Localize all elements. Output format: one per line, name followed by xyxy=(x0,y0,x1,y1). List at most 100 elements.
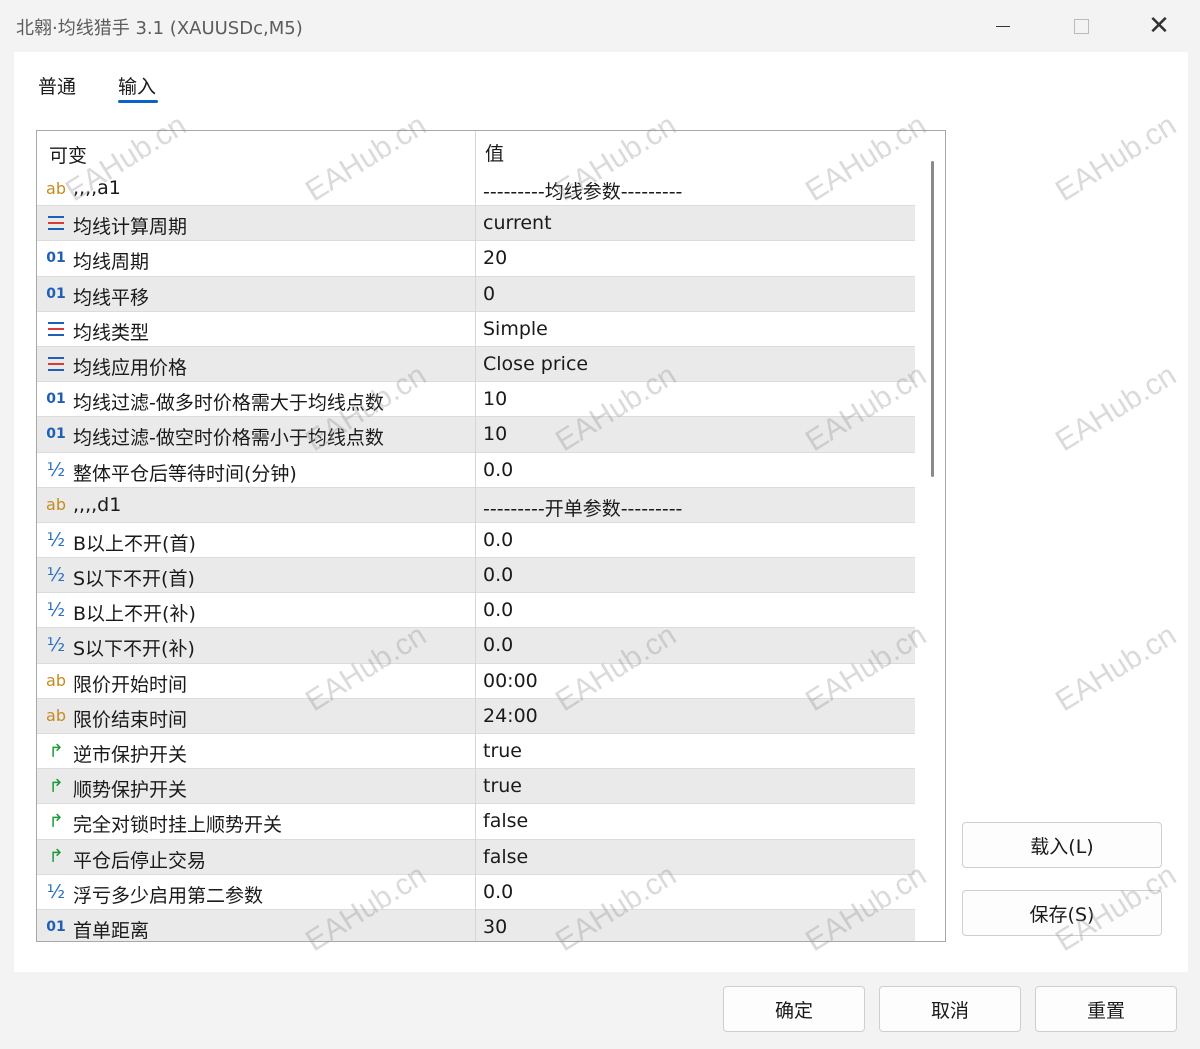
scrollbar-thumb[interactable] xyxy=(931,161,934,477)
table-row[interactable]: ab ,,,,a1 ---------均线参数--------- xyxy=(37,171,915,207)
param-name: 顺势保护开关 xyxy=(73,779,188,802)
param-value[interactable]: 24:00 xyxy=(483,705,538,727)
param-name: 均线应用价格 xyxy=(73,356,188,379)
table-row[interactable]: ↱ 完全对锁时挂上顺势开关 false xyxy=(37,804,915,840)
minimize-button[interactable] xyxy=(980,10,1026,42)
param-value[interactable]: 10 xyxy=(483,423,507,445)
table-row[interactable]: ½ B以上不开(补) 0.0 xyxy=(37,593,915,629)
param-value[interactable]: 00:00 xyxy=(483,670,538,692)
param-name: B以上不开(首) xyxy=(73,532,196,555)
table-row[interactable]: ab ,,,,d1 ---------开单参数--------- xyxy=(37,487,915,523)
table-row[interactable]: 01 均线周期 20 xyxy=(37,241,915,277)
param-value[interactable]: 0.0 xyxy=(483,634,513,656)
bool-type-icon: ↱ xyxy=(48,740,64,762)
param-value[interactable]: 0 xyxy=(483,283,495,305)
table-row[interactable]: ½ 浮亏多少启用第二参数 0.0 xyxy=(37,874,915,910)
bool-type-icon: ↱ xyxy=(48,846,64,868)
param-name: 均线类型 xyxy=(73,321,150,344)
grid-rows: ab ,,,,a1 ---------均线参数--------- 均线计算周期 curr… xyxy=(37,171,915,942)
param-name: 限价开始时间 xyxy=(73,673,188,696)
param-name: 完全对锁时挂上顺势开关 xyxy=(73,814,283,837)
param-name: 首单距离 xyxy=(73,919,150,942)
param-value[interactable]: 0.0 xyxy=(483,564,513,586)
param-value[interactable]: current xyxy=(483,212,552,234)
param-value[interactable]: 30 xyxy=(483,916,507,938)
table-row[interactable]: ab 限价结束时间 24:00 xyxy=(37,698,915,734)
table-row[interactable]: ↱ 逆市保护开关 true xyxy=(37,734,915,770)
param-name: S以下不开(首) xyxy=(73,568,195,591)
param-value[interactable]: false xyxy=(483,846,528,868)
string-type-icon: ab xyxy=(46,706,66,726)
double-type-icon: ½ xyxy=(46,564,66,587)
param-name: ,,,,d1 xyxy=(73,493,122,516)
param-name: S以下不开(补) xyxy=(73,638,195,661)
bool-type-icon: ↱ xyxy=(48,810,64,832)
vertical-scrollbar[interactable] xyxy=(923,131,943,941)
integer-type-icon: 01 xyxy=(46,426,66,443)
param-value[interactable]: true xyxy=(483,775,522,797)
table-row[interactable]: 均线类型 Simple xyxy=(37,311,915,347)
enum-icon xyxy=(45,213,67,233)
double-type-icon: ½ xyxy=(46,634,66,657)
table-row[interactable]: 01 均线过滤-做多时价格需大于均线点数 10 xyxy=(37,382,915,418)
enum-icon xyxy=(45,319,67,339)
tab-inputs[interactable]: 输入 xyxy=(118,72,156,99)
table-row[interactable]: ↱ 顺势保护开关 true xyxy=(37,769,915,805)
integer-type-icon: 01 xyxy=(46,918,66,935)
cancel-button[interactable]: 取消 xyxy=(879,986,1021,1032)
table-row[interactable]: ab 限价开始时间 00:00 xyxy=(37,663,915,699)
param-value[interactable]: 0.0 xyxy=(483,459,513,481)
table-row[interactable]: 01 均线平移 0 xyxy=(37,276,915,312)
save-button[interactable]: 保存(S) xyxy=(962,890,1162,936)
param-name: 均线周期 xyxy=(73,251,150,274)
string-type-icon: ab xyxy=(46,671,66,691)
bool-type-icon: ↱ xyxy=(48,775,64,797)
table-row[interactable]: ½ S以下不开(首) 0.0 xyxy=(37,558,915,594)
column-divider[interactable] xyxy=(475,131,476,941)
ok-button[interactable]: 确定 xyxy=(723,986,865,1032)
table-row[interactable]: 均线计算周期 current xyxy=(37,206,915,242)
load-button[interactable]: 载入(L) xyxy=(962,822,1162,868)
dialog-panel: 普通 输入 可变 值 ab ,,,,a1 ---------均线参数--------… xyxy=(14,52,1188,972)
table-row[interactable]: 01 首单距离 30 xyxy=(37,909,915,942)
window-title: 北翱·均线猎手 3.1 (XAUUSDc,M5) xyxy=(16,18,303,39)
param-name: ,,,,a1 xyxy=(73,177,121,199)
param-name: 浮亏多少启用第二参数 xyxy=(73,884,264,907)
param-value[interactable]: 0.0 xyxy=(483,881,513,903)
param-value[interactable]: 10 xyxy=(483,388,507,410)
header-variable[interactable]: 可变 xyxy=(49,141,87,168)
maximize-button[interactable] xyxy=(1058,10,1104,42)
tab-general[interactable]: 普通 xyxy=(38,72,76,99)
param-value[interactable]: false xyxy=(483,810,528,832)
param-name: 整体平仓后等待时间(分钟) xyxy=(73,462,297,485)
param-value[interactable]: ---------开单参数--------- xyxy=(483,494,682,521)
enum-icon xyxy=(45,354,67,374)
header-value[interactable]: 值 xyxy=(485,139,504,166)
integer-type-icon: 01 xyxy=(46,391,66,408)
param-name: 均线计算周期 xyxy=(73,216,188,239)
param-name: 均线平移 xyxy=(73,286,150,309)
param-name: 限价结束时间 xyxy=(73,708,188,731)
table-row[interactable]: ½ S以下不开(补) 0.0 xyxy=(37,628,915,664)
param-value[interactable]: ---------均线参数--------- xyxy=(483,177,682,204)
table-row[interactable]: 均线应用价格 Close price xyxy=(37,346,915,383)
table-row[interactable]: 01 均线过滤-做空时价格需小于均线点数 10 xyxy=(37,417,915,453)
param-name: 逆市保护开关 xyxy=(73,744,188,766)
param-value[interactable]: Close price xyxy=(483,353,588,375)
param-value[interactable]: 20 xyxy=(483,247,507,269)
param-name: 均线过滤-做空时价格需小于均线点数 xyxy=(73,427,384,450)
table-row[interactable]: ½ 整体平仓后等待时间(分钟) 0.0 xyxy=(37,452,915,488)
table-row[interactable]: ↱ 平仓后停止交易 false xyxy=(37,839,915,875)
minimize-icon xyxy=(996,25,1010,27)
reset-button[interactable]: 重置 xyxy=(1035,986,1177,1032)
active-tab-indicator xyxy=(118,100,158,103)
param-value[interactable]: 0.0 xyxy=(483,529,513,551)
param-name: 平仓后停止交易 xyxy=(73,849,207,872)
param-value[interactable]: 0.0 xyxy=(483,599,513,621)
integer-type-icon: 01 xyxy=(46,285,66,302)
param-value[interactable]: Simple xyxy=(483,318,548,340)
param-name: 均线过滤-做多时价格需大于均线点数 xyxy=(73,392,384,415)
table-row[interactable]: ½ B以上不开(首) 0.0 xyxy=(37,522,915,559)
close-button[interactable]: ✕ xyxy=(1136,10,1182,42)
param-value[interactable]: true xyxy=(483,740,522,762)
